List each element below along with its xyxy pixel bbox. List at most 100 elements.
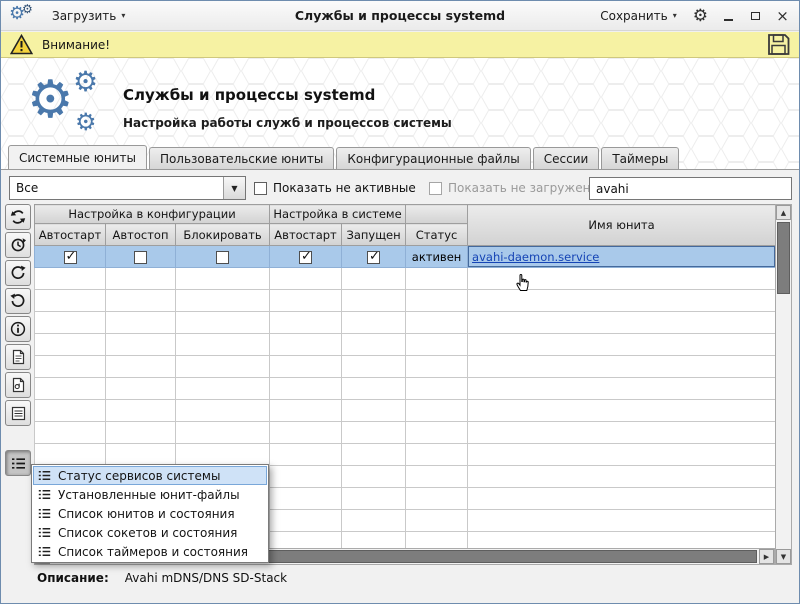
table-row-empty — [35, 378, 776, 400]
unit-file-button[interactable] — [5, 344, 31, 370]
table-row-empty — [35, 334, 776, 356]
column-header-status[interactable]: Статус — [406, 224, 468, 246]
floppy-icon — [767, 33, 790, 56]
column-header-running[interactable]: Запущен — [342, 224, 406, 246]
save-file-button[interactable] — [767, 33, 790, 56]
vertical-scrollbar-thumb[interactable] — [777, 222, 790, 294]
logo-gear-icon: ⚙ — [27, 74, 74, 126]
table-row-selected[interactable]: активен avahi-daemon.service — [35, 246, 776, 268]
menu-list-icon — [38, 489, 51, 500]
search-input[interactable] — [589, 177, 792, 200]
warning-icon — [10, 34, 33, 55]
right-arrow-icon: ▶ — [764, 553, 769, 561]
page-title: Службы и процессы systemd — [123, 86, 375, 104]
down-arrow-icon: ▼ — [781, 553, 786, 561]
save-button-label: Сохранить — [600, 9, 668, 23]
minimize-button[interactable] — [717, 6, 740, 26]
menu-item-label: Список сокетов и состояния — [58, 526, 237, 540]
reload-units-button[interactable] — [5, 232, 31, 258]
logo-gear-icon: ⚙ — [75, 110, 97, 134]
column-header-unit-name[interactable]: Имя юнита — [468, 205, 775, 246]
refresh-icon — [10, 209, 26, 225]
tab-system-units[interactable]: Системные юниты — [8, 145, 147, 169]
unit-filter-dropdown[interactable]: Все ▼ — [9, 176, 246, 200]
column-header-block[interactable]: Блокировать — [176, 224, 270, 246]
menu-list-icon — [38, 546, 51, 557]
menu-item-sockets-list[interactable]: Список сокетов и состояния — [33, 523, 267, 542]
menu-list-icon — [38, 508, 51, 519]
maximize-button[interactable] — [744, 6, 767, 26]
gear-icon: ⚙ — [22, 3, 33, 15]
up-arrow-icon: ▲ — [781, 209, 786, 217]
minimize-icon — [724, 19, 733, 21]
scroll-right-button[interactable]: ▶ — [759, 549, 774, 564]
refresh-button[interactable] — [5, 204, 31, 230]
checkbox-icon — [429, 182, 442, 195]
restart-unit-button[interactable] — [5, 260, 31, 286]
checkbox-icon — [254, 182, 267, 195]
combo-arrow-button[interactable]: ▼ — [223, 177, 245, 199]
table-row-empty — [35, 356, 776, 378]
journal-button[interactable] — [5, 372, 31, 398]
block-checkbox[interactable] — [216, 251, 229, 264]
menu-item-services-status[interactable]: Статус сервисов системы — [33, 466, 267, 485]
description-label: Описание: — [37, 571, 109, 585]
menu-item-label: Установленные юнит-файлы — [58, 488, 240, 502]
group-header-empty — [406, 205, 468, 224]
menu-item-label: Список юнитов и состояния — [58, 507, 235, 521]
table-row-empty — [35, 400, 776, 422]
tab-content: Все ▼ Показать не активные Показать не з… — [1, 169, 799, 604]
group-header-config: Настройка в конфигурации — [35, 205, 270, 224]
save-button[interactable]: Сохранить ▾ — [593, 5, 684, 27]
settings-gear-icon[interactable]: ⚙ — [688, 6, 713, 26]
load-button[interactable]: Загрузить ▾ — [45, 5, 132, 27]
unit-filter-value: Все — [10, 177, 223, 199]
maximize-icon — [751, 12, 760, 20]
autostop-checkbox[interactable] — [134, 251, 147, 264]
tab-user-units[interactable]: Пользовательские юниты — [149, 147, 334, 169]
scroll-down-button[interactable]: ▼ — [776, 549, 791, 564]
show-unloaded-checkbox[interactable]: Показать не загруженные — [429, 181, 615, 195]
table-row-empty — [35, 312, 776, 334]
revert-button[interactable] — [5, 288, 31, 314]
group-header-system: Настройка в системе — [270, 205, 406, 224]
tab-sessions[interactable]: Сессии — [533, 147, 600, 169]
column-header-autostop[interactable]: Автостоп — [106, 224, 176, 246]
list-icon — [11, 406, 26, 421]
tab-timers[interactable]: Таймеры — [601, 147, 679, 169]
status-menu-button[interactable] — [5, 450, 31, 476]
chevron-down-icon: ▼ — [231, 184, 237, 193]
tab-config-files[interactable]: Конфигурационные файлы — [336, 147, 530, 169]
unit-list-button[interactable] — [5, 400, 31, 426]
menu-item-installed-unit-files[interactable]: Установленные юнит-файлы — [33, 485, 267, 504]
menu-item-label: Список таймеров и состояния — [58, 545, 248, 559]
app-header: ⚙ ⚙ ⚙ Службы и процессы systemd Настройк… — [1, 58, 799, 169]
chevron-down-icon: ▾ — [673, 11, 677, 20]
unit-name-link[interactable]: avahi-daemon.service — [472, 250, 599, 264]
unit-info-button[interactable] — [5, 316, 31, 342]
description-value: Avahi mDNS/DNS SD-Stack — [125, 571, 287, 585]
journal-icon — [11, 377, 26, 393]
menu-list-icon — [38, 527, 51, 538]
autostart-sys-checkbox[interactable] — [299, 251, 312, 264]
table-row-empty — [35, 422, 776, 444]
autostart-cfg-checkbox[interactable] — [64, 251, 77, 264]
menu-item-units-list[interactable]: Список юнитов и состояния — [33, 504, 267, 523]
menu-item-timers-list[interactable]: Список таймеров и состояния — [33, 542, 267, 561]
warning-bar: Внимание! — [1, 32, 799, 58]
scroll-up-button[interactable]: ▲ — [776, 205, 791, 220]
column-header-autostart-cfg[interactable]: Автостарт — [35, 224, 106, 246]
menu-item-label: Статус сервисов системы — [58, 469, 220, 483]
show-inactive-checkbox[interactable]: Показать не активные — [254, 181, 416, 195]
titlebar: ⚙ ⚙ Загрузить ▾ Службы и процессы system… — [1, 1, 799, 31]
info-icon — [10, 321, 26, 337]
column-header-autostart-sys[interactable]: Автостарт — [270, 224, 342, 246]
mouse-cursor-hand — [515, 272, 531, 296]
chevron-down-icon: ▾ — [121, 11, 125, 20]
close-button[interactable]: × — [771, 6, 794, 26]
table-row-empty — [35, 444, 776, 466]
running-checkbox[interactable] — [367, 251, 380, 264]
table-row-empty — [35, 268, 776, 290]
vertical-scrollbar[interactable]: ▲ ▼ — [775, 204, 792, 565]
status-context-menu: Статус сервисов системы Установленные юн… — [31, 464, 269, 563]
